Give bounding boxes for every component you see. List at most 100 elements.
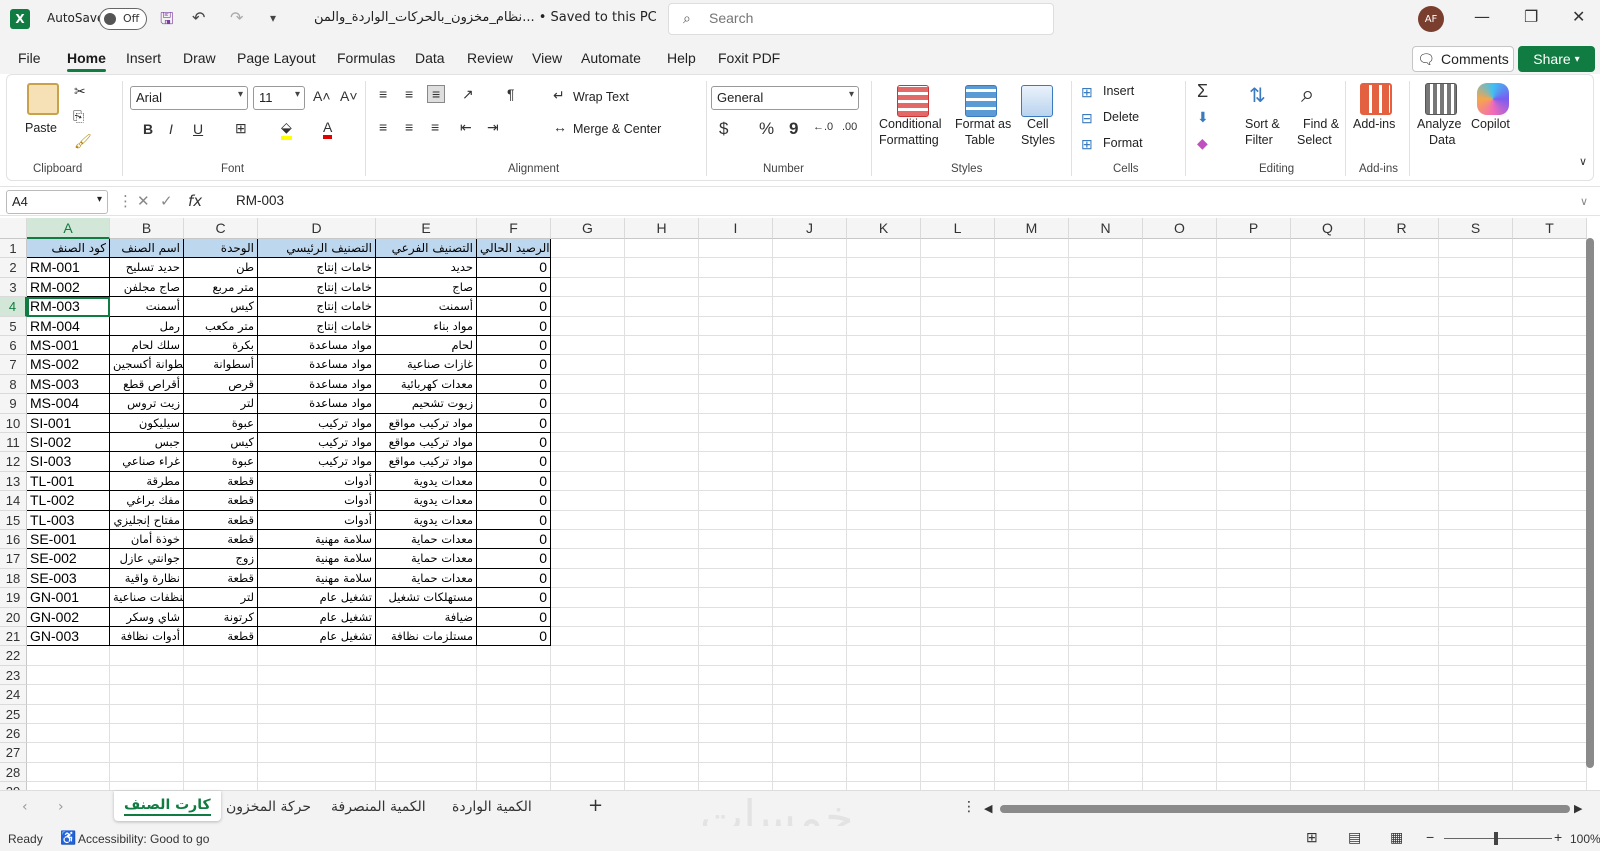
table-cell[interactable]: أسمنت	[376, 297, 477, 317]
cell[interactable]	[1365, 394, 1439, 414]
cut-icon[interactable]: ✂	[74, 83, 86, 100]
cell[interactable]	[27, 704, 110, 724]
cell[interactable]	[1365, 510, 1439, 530]
cell[interactable]	[773, 607, 847, 627]
cell[interactable]	[1365, 782, 1439, 790]
cell[interactable]	[1513, 239, 1587, 259]
tab-formulas[interactable]: Formulas	[337, 50, 395, 66]
cell[interactable]	[773, 491, 847, 511]
cell[interactable]	[699, 239, 773, 259]
row-header[interactable]: 29	[0, 782, 27, 790]
redo-icon[interactable]: ↷	[230, 8, 243, 27]
cell[interactable]	[1217, 413, 1291, 433]
cell[interactable]	[376, 743, 477, 763]
expand-formula-icon[interactable]: ∨	[1580, 195, 1588, 208]
paste-icon[interactable]	[27, 83, 59, 115]
cell[interactable]	[1365, 491, 1439, 511]
cell[interactable]	[551, 471, 625, 492]
cell[interactable]	[1069, 782, 1143, 790]
cell[interactable]	[1217, 743, 1291, 763]
cell[interactable]	[1217, 724, 1291, 744]
cell[interactable]	[1143, 277, 1217, 298]
row-header[interactable]: 26	[0, 724, 27, 744]
cell[interactable]	[1439, 316, 1513, 336]
cell[interactable]	[847, 762, 921, 783]
cell[interactable]	[995, 374, 1069, 395]
cell[interactable]	[1365, 413, 1439, 433]
scrollbar-thumb[interactable]	[1586, 238, 1594, 768]
cell[interactable]	[699, 704, 773, 724]
cell[interactable]	[1291, 239, 1365, 259]
cell[interactable]	[184, 665, 258, 686]
cell[interactable]	[1291, 316, 1365, 336]
column-header[interactable]: Q	[1291, 218, 1365, 239]
cell[interactable]	[1291, 530, 1365, 550]
cell[interactable]	[847, 510, 921, 530]
increase-font-size-icon[interactable]: A˄	[313, 88, 331, 104]
row-header[interactable]: 23	[0, 665, 27, 686]
cell[interactable]	[258, 646, 376, 666]
cell[interactable]	[551, 724, 625, 744]
cell[interactable]	[1143, 491, 1217, 511]
cancel-icon[interactable]: ✕	[137, 192, 150, 210]
align-bottom-icon[interactable]: ≡	[427, 85, 446, 103]
cell[interactable]	[699, 297, 773, 317]
cell[interactable]	[995, 685, 1069, 705]
cell[interactable]	[1143, 239, 1217, 259]
sort-filter-label2[interactable]: Filter	[1245, 133, 1273, 147]
cell[interactable]	[847, 685, 921, 705]
cell[interactable]	[110, 724, 184, 744]
cell[interactable]	[1365, 665, 1439, 686]
table-cell[interactable]: RM-001	[27, 258, 110, 278]
hscroll-left-icon[interactable]: ◀	[984, 802, 992, 815]
table-cell[interactable]: GN-001	[27, 588, 110, 608]
row-header[interactable]: 2	[0, 258, 27, 278]
cell[interactable]	[1217, 588, 1291, 608]
cell[interactable]	[1217, 491, 1291, 511]
table-cell[interactable]: زيت تروس	[110, 394, 184, 414]
cell[interactable]	[1143, 685, 1217, 705]
font-size-select[interactable]: 11 ▾	[253, 86, 305, 110]
cell[interactable]	[110, 743, 184, 763]
table-cell[interactable]: أقراص قطع	[110, 374, 184, 395]
cell[interactable]	[551, 491, 625, 511]
table-header-cell[interactable]: التصنيف الفرعي	[376, 239, 477, 259]
cell[interactable]	[1513, 627, 1587, 647]
cell[interactable]	[477, 685, 551, 705]
cell[interactable]	[1365, 336, 1439, 356]
cell[interactable]	[551, 239, 625, 259]
row-header[interactable]: 28	[0, 762, 27, 783]
zoom-out-icon[interactable]: −	[1426, 829, 1434, 845]
hscroll-right-icon[interactable]: ▶	[1574, 802, 1582, 815]
tab-help[interactable]: Help	[667, 50, 696, 66]
cell[interactable]	[847, 239, 921, 259]
cell[interactable]	[1143, 452, 1217, 472]
cell[interactable]	[184, 646, 258, 666]
cell[interactable]	[1069, 433, 1143, 453]
cell[interactable]	[1439, 568, 1513, 589]
cell[interactable]	[1291, 588, 1365, 608]
cell[interactable]	[995, 355, 1069, 375]
cell[interactable]	[258, 762, 376, 783]
table-cell[interactable]: RM-003	[27, 297, 110, 317]
cell[interactable]	[1291, 743, 1365, 763]
table-cell[interactable]: لتر	[184, 588, 258, 608]
cell[interactable]	[773, 724, 847, 744]
cell[interactable]	[477, 762, 551, 783]
cell[interactable]	[1365, 452, 1439, 472]
column-header[interactable]: D	[258, 218, 376, 239]
cell[interactable]	[551, 258, 625, 278]
cell[interactable]	[1143, 782, 1217, 790]
decrease-decimal-icon[interactable]: .00	[842, 121, 857, 133]
cell[interactable]	[1217, 239, 1291, 259]
cell[interactable]	[1439, 452, 1513, 472]
cell[interactable]	[1513, 724, 1587, 744]
table-cell[interactable]: مطرقة	[110, 471, 184, 492]
table-cell[interactable]: عبوة	[184, 452, 258, 472]
cell[interactable]	[1217, 510, 1291, 530]
more-options-icon[interactable]: ⋮	[962, 799, 976, 815]
cell[interactable]	[625, 471, 699, 492]
cell[interactable]	[1143, 433, 1217, 453]
cell[interactable]	[1069, 239, 1143, 259]
cell[interactable]	[258, 782, 376, 790]
